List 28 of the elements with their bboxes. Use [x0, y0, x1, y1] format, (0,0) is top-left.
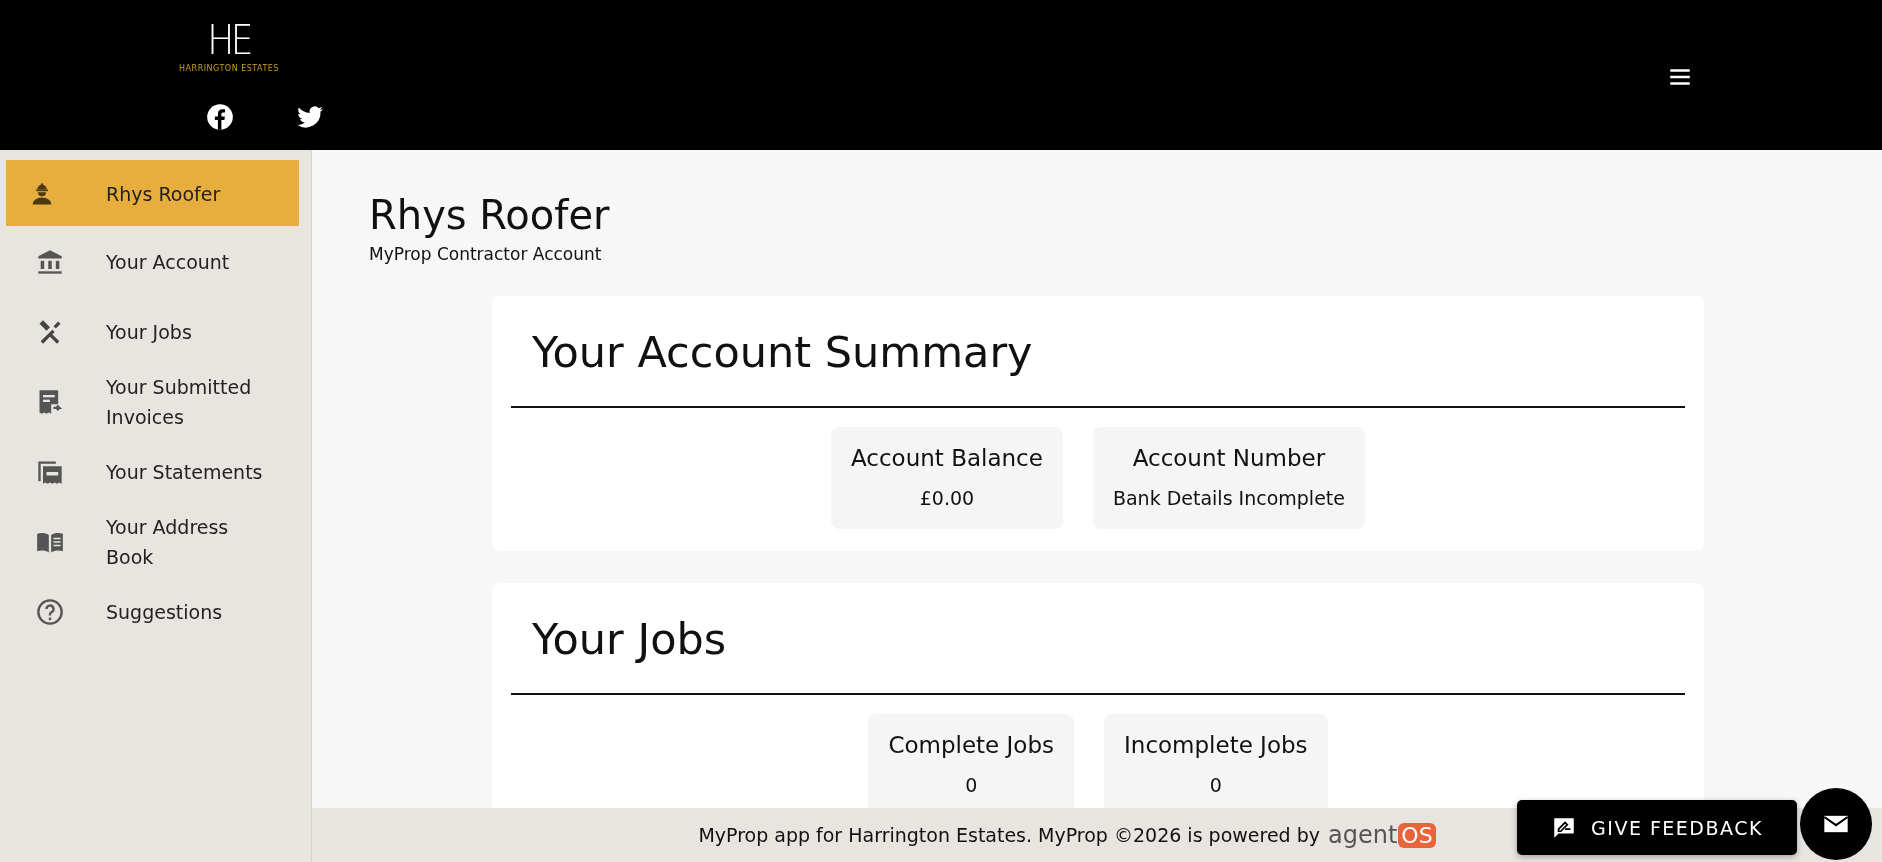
sidebar-item[interactable]: Your Statements [6, 436, 299, 506]
sidebar-item[interactable]: Rhys Roofer [6, 160, 299, 226]
logo-caption: HARRINGTON ESTATES [179, 64, 279, 73]
stat-label: Incomplete Jobs [1124, 731, 1308, 760]
stat-label: Account Number [1131, 444, 1327, 473]
stat-value: 0 [964, 774, 979, 796]
stat-value: £0.00 [918, 487, 976, 509]
facebook-icon[interactable] [206, 103, 234, 131]
page-title: Rhys Roofer [369, 191, 611, 240]
footer-text: MyProp app for Harrington Estates. MyProp ©2026 is powered by [698, 824, 1320, 846]
stat-value: Bank Details Incomplete [1112, 487, 1345, 509]
stat-label: Account Balance [851, 444, 1043, 473]
bird-icon[interactable] [296, 103, 324, 131]
card-title: Your Jobs [532, 613, 728, 666]
bank-icon [36, 248, 64, 276]
sidebar-item[interactable]: Your Jobs [6, 296, 299, 366]
help-icon [36, 598, 64, 626]
stat-label: Complete Jobs [888, 731, 1054, 760]
page-subtitle: MyProp Contractor Account [369, 244, 603, 264]
sidebar-item[interactable]: Your Account [6, 226, 299, 296]
brand-logo[interactable]: agent OS [1328, 820, 1436, 850]
sidebar-item[interactable]: Suggestions [6, 576, 299, 646]
sidebar-item[interactable]: Your Address Book [6, 506, 299, 576]
card-title: Your Account Summary [532, 326, 1034, 379]
feedback-button[interactable]: GIVE FEEDBACK [1517, 800, 1797, 855]
logo-mark[interactable]: HE [207, 18, 251, 62]
stat-value: 0 [1208, 774, 1223, 796]
sidebar-item[interactable]: Your Submitted Invoices [6, 366, 299, 436]
